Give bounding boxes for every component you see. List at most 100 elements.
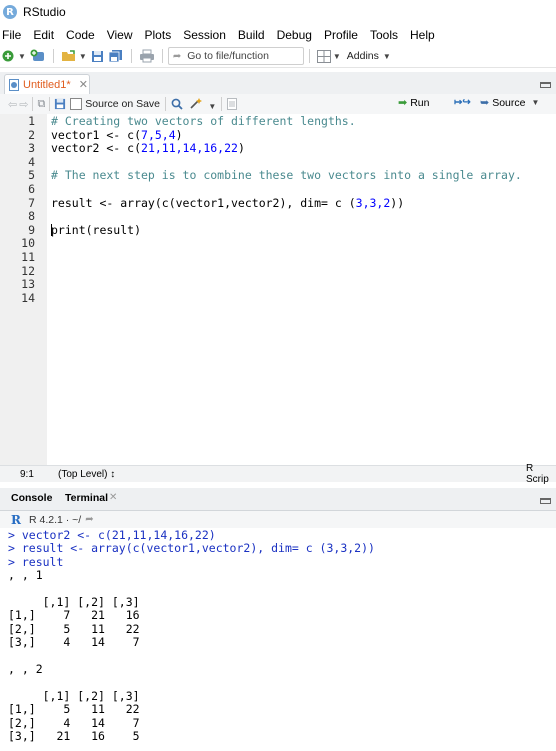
console-line: [2,] 5 11 22 xyxy=(8,621,140,636)
code-line-2: vector1 <- c(7,5,4) xyxy=(51,128,183,142)
save-all-button[interactable] xyxy=(106,47,126,65)
chevron-down-icon: ▼ xyxy=(78,51,87,61)
menu-help[interactable]: Help xyxy=(404,28,441,42)
go-to-directory-icon[interactable]: ➦ xyxy=(85,514,93,525)
open-folder-icon xyxy=(61,50,75,61)
menu-debug[interactable]: Debug xyxy=(271,28,318,42)
console-line: [2,] 4 14 7 xyxy=(8,715,140,730)
tab-console[interactable]: Console xyxy=(11,492,52,504)
new-project-button[interactable] xyxy=(28,47,48,65)
forward-arrow-icon[interactable]: ⇨ xyxy=(19,98,28,111)
console-line: > result xyxy=(8,554,64,569)
code-text: vector2 <- c( xyxy=(51,141,142,156)
editor-status-bar: 9:1 (Top Level) ↕ R Scrip xyxy=(0,463,556,485)
save-icon[interactable] xyxy=(54,98,66,110)
menu-plots[interactable]: Plots xyxy=(139,28,178,42)
save-button[interactable] xyxy=(89,47,106,65)
console-line: > result <- array(c(vector1,vector2), di… xyxy=(8,541,375,556)
code-line-7: result <- array(c(vector1,vector2), dim=… xyxy=(51,196,404,210)
toolbar-divider xyxy=(308,49,310,63)
source-on-save-checkbox[interactable] xyxy=(70,98,83,110)
new-project-icon xyxy=(30,49,44,61)
go-to-file-placeholder: Go to file/function xyxy=(187,50,269,62)
title-bar: R RStudio xyxy=(0,0,556,24)
console-line: [3,] 21 16 5 xyxy=(8,729,140,743)
open-file-button[interactable]: ▼ xyxy=(59,47,89,65)
console-line: [1,] 5 11 22 xyxy=(8,702,140,717)
toolbar-divider xyxy=(130,49,132,63)
new-file-icon xyxy=(2,50,14,62)
line-number: 4 xyxy=(28,154,35,169)
print-button[interactable] xyxy=(137,47,157,65)
r-version-label: R 4.2.1 · ~/ xyxy=(28,513,82,526)
code-editor[interactable]: 1 2 3 4 5 6 7 8 9 10 11 12 13 14 # Creat… xyxy=(0,114,556,465)
chevron-down-icon: ▼ xyxy=(208,101,217,111)
main-toolbar: ▼ ▼ ➦ Go to file/function ▼ Addins ▼ xyxy=(0,45,556,68)
minimize-pane-icon[interactable] xyxy=(540,82,551,88)
code-number: 21,11,14,16,22 xyxy=(141,141,238,156)
tab-terminal[interactable]: Terminal xyxy=(65,492,108,504)
code-text: result <- array(c(vector1,vector2), dim=… xyxy=(51,195,356,210)
run-button[interactable]: ➡ Run xyxy=(398,96,430,110)
search-icon[interactable] xyxy=(171,98,183,110)
editor-tab-bar: Untitled1* ✕ xyxy=(0,72,556,95)
chevron-down-icon: ▼ xyxy=(18,51,26,61)
menu-session[interactable]: Session xyxy=(177,28,232,42)
file-type-selector[interactable]: R Scrip xyxy=(526,463,556,485)
console-line: [3,] 4 14 7 xyxy=(8,635,140,650)
menu-code[interactable]: Code xyxy=(60,28,101,42)
pane-layout-button[interactable]: ▼ xyxy=(315,47,343,65)
console-line: [,1] [,2] [,3] xyxy=(8,688,140,703)
line-number: 10 xyxy=(21,236,35,251)
console-line: [,1] [,2] [,3] xyxy=(8,595,140,609)
line-number: 11 xyxy=(21,250,35,264)
run-label: Run xyxy=(410,96,430,109)
toolbar-divider xyxy=(221,97,223,111)
menu-view[interactable]: View xyxy=(101,28,139,42)
back-arrow-icon[interactable]: ⇦ xyxy=(8,98,17,111)
close-icon[interactable]: ✕ xyxy=(109,492,117,503)
show-in-window-icon[interactable]: ⧉ xyxy=(37,98,45,111)
r-script-icon xyxy=(9,78,19,91)
toolbar-divider xyxy=(165,97,167,111)
console-line: , , 2 xyxy=(8,662,43,676)
menu-build[interactable]: Build xyxy=(232,28,271,42)
console-output[interactable]: > vector2 <- c(21,11,14,16,22) > result … xyxy=(0,528,556,751)
line-number: 12 xyxy=(21,263,35,278)
scope-selector[interactable]: (Top Level) ↕ xyxy=(58,469,115,480)
minimize-pane-icon[interactable] xyxy=(540,498,551,504)
tab-label: Untitled1* xyxy=(23,78,71,91)
menu-file[interactable]: File xyxy=(0,28,27,42)
code-line-3: vector2 <- c(21,11,14,16,22) xyxy=(51,141,245,155)
menu-profile[interactable]: Profile xyxy=(318,28,364,42)
code-text: ) xyxy=(175,127,183,142)
console-tab-bar: Console Terminal ✕ xyxy=(0,488,556,511)
addins-menu[interactable]: Addins xyxy=(347,50,379,62)
menu-edit[interactable]: Edit xyxy=(27,28,60,42)
menu-bar: File Edit Code View Plots Session Build … xyxy=(0,25,556,45)
toolbar-divider xyxy=(161,49,163,63)
cursor-position: 9:1 xyxy=(20,468,34,480)
line-number: 14 xyxy=(21,290,35,305)
toolbar-divider xyxy=(52,49,54,63)
magic-wand-icon xyxy=(190,97,203,109)
new-file-button[interactable]: ▼ xyxy=(0,47,28,65)
code-tools-button[interactable]: ▼ xyxy=(189,97,216,112)
go-to-file-input[interactable]: ➦ Go to file/function xyxy=(167,47,304,65)
line-number: 9 xyxy=(28,222,35,237)
close-icon[interactable]: ✕ xyxy=(79,78,88,91)
line-number: 13 xyxy=(21,277,35,292)
toolbar-divider xyxy=(32,97,34,111)
rerun-icon[interactable]: ↦↪ xyxy=(454,97,471,108)
console-header: R R 4.2.1 · ~/ ➦ xyxy=(0,511,556,529)
tab-untitled1[interactable]: Untitled1* ✕ xyxy=(4,74,90,94)
chevron-down-icon: ▼ xyxy=(531,98,540,107)
line-number: 2 xyxy=(28,127,35,142)
print-icon xyxy=(139,49,154,63)
run-arrow-icon: ➡ xyxy=(398,97,408,109)
source-button[interactable]: ➥ Source ▼ xyxy=(480,96,540,110)
menu-tools[interactable]: Tools xyxy=(364,28,404,42)
compile-report-icon[interactable] xyxy=(227,98,238,110)
chevron-down-icon: ▼ xyxy=(382,51,391,61)
line-number: 5 xyxy=(28,168,35,183)
